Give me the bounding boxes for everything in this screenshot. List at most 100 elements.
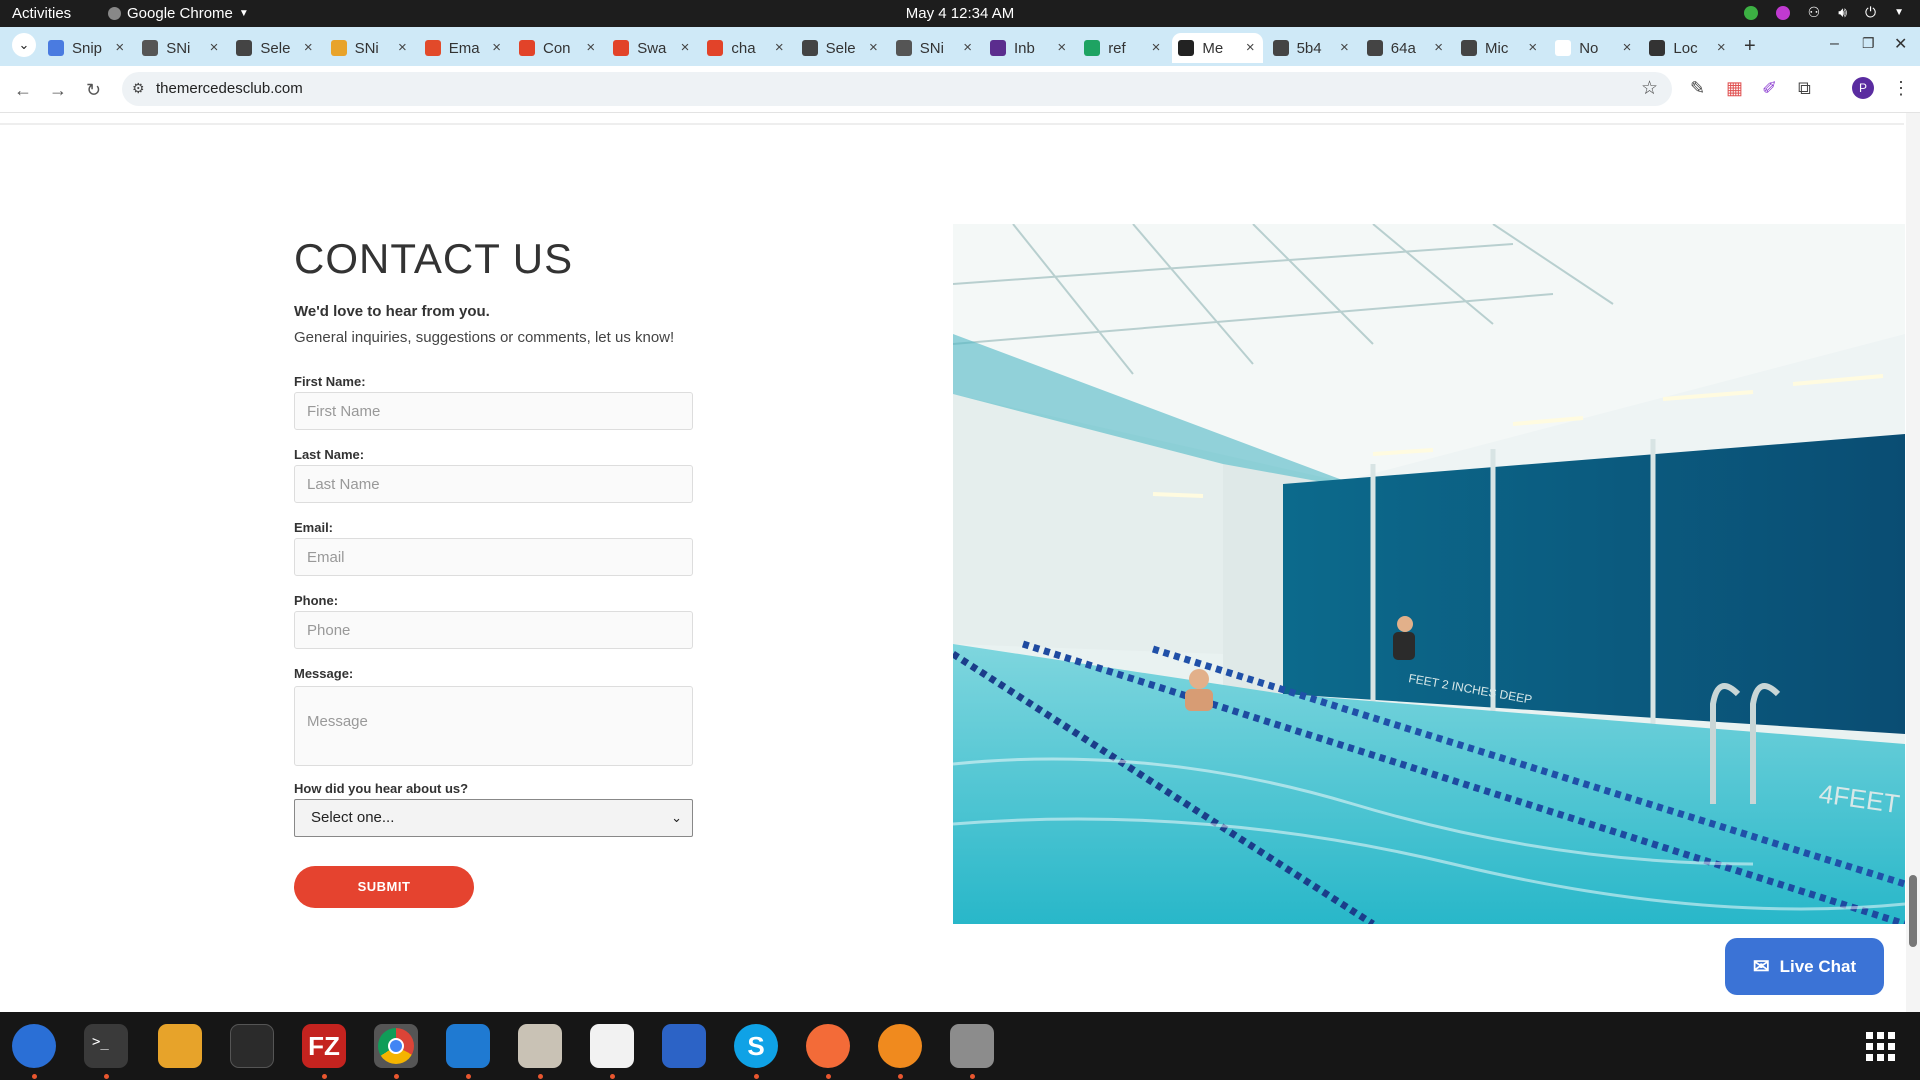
tab-close-icon[interactable]: × (1340, 39, 1349, 56)
files-icon[interactable] (518, 1024, 562, 1068)
text-editor-icon[interactable] (590, 1024, 634, 1068)
bookmark-star-icon[interactable]: ☆ (1641, 77, 1658, 100)
last-name-input[interactable] (294, 465, 693, 503)
tab-close-icon[interactable]: × (1152, 39, 1161, 56)
tab-9[interactable]: SNi × (890, 33, 980, 63)
tab-close-icon[interactable]: × (1434, 39, 1443, 56)
tab-6[interactable]: Swa × (607, 33, 697, 63)
tab-close-icon[interactable]: × (1717, 39, 1726, 56)
new-tab-button[interactable]: + (1744, 35, 1756, 58)
clock[interactable]: May 4 12:34 AM (0, 5, 1920, 22)
chrome-icon[interactable] (374, 1024, 418, 1068)
tab-close-icon[interactable]: × (1057, 39, 1066, 56)
header-divider (0, 123, 1904, 125)
tab-close-icon[interactable]: × (775, 39, 784, 56)
activities-button[interactable]: Activities (12, 5, 71, 22)
swimmer-head (1189, 669, 1209, 689)
tab-label: Mic (1485, 39, 1509, 57)
chrome-menu-icon[interactable]: ⋮ (1892, 78, 1910, 99)
site-info-icon[interactable]: ⚙ (132, 80, 145, 97)
forward-button[interactable]: → (49, 80, 67, 101)
tab-14[interactable]: 64a × (1361, 33, 1451, 63)
tab-favicon-icon (1366, 40, 1383, 56)
terminal-icon[interactable]: >_ (84, 1024, 128, 1068)
calendar-extension-icon[interactable]: ▦ (1726, 78, 1743, 99)
submit-button[interactable]: SUBMIT (294, 866, 474, 908)
tab-11[interactable]: ref × (1078, 33, 1168, 63)
message-textarea[interactable] (294, 686, 693, 766)
tab-10[interactable]: Inb × (984, 33, 1074, 63)
scrollbar-thumb[interactable] (1909, 875, 1917, 947)
tab-label: Snip (72, 39, 103, 57)
tab-favicon-icon (1461, 40, 1477, 56)
tab-close-icon[interactable]: × (869, 39, 878, 56)
hear-about-select[interactable]: Select one... ⌄ (294, 799, 693, 837)
eyedropper-extension-icon[interactable]: ✎ (1690, 78, 1705, 99)
back-button[interactable]: ← (14, 80, 32, 101)
tab-close-icon[interactable]: × (1528, 39, 1537, 56)
tab-label: Inb (1014, 39, 1035, 57)
page-scrollbar[interactable] (1906, 113, 1920, 1012)
shield-check-icon (1743, 5, 1758, 20)
app-menu[interactable]: Google Chrome ▼ (108, 5, 249, 22)
document-viewer-icon[interactable] (662, 1024, 706, 1068)
chrome-icon (108, 7, 121, 20)
tab-15[interactable]: Mic × (1455, 33, 1545, 63)
postman-icon[interactable] (806, 1024, 850, 1068)
tab-close-icon[interactable]: × (115, 39, 124, 56)
show-apps-grid-icon[interactable] (1866, 1032, 1896, 1062)
running-indicator (104, 1074, 109, 1079)
tab-2[interactable]: Sele × (230, 33, 320, 63)
tab-search-button[interactable]: ⌄ (12, 33, 36, 57)
tab-16[interactable]: No × (1549, 33, 1639, 63)
vscode-icon[interactable] (446, 1024, 490, 1068)
calculator-icon[interactable] (158, 1024, 202, 1068)
tab-label: Con (543, 39, 571, 57)
running-indicator (610, 1074, 615, 1079)
system-monitor-icon[interactable] (230, 1024, 274, 1068)
tab-12[interactable]: Me × (1172, 33, 1263, 63)
tab-close-icon[interactable]: × (1623, 39, 1632, 56)
phone-input[interactable] (294, 611, 693, 649)
profile-avatar[interactable]: P (1852, 77, 1874, 99)
tab-close-icon[interactable]: × (398, 39, 407, 56)
extensions-puzzle-icon[interactable]: ⧉ (1798, 78, 1811, 99)
tab-close-icon[interactable]: × (963, 39, 972, 56)
tab-17[interactable]: Loc × (1643, 33, 1733, 63)
live-chat-button[interactable]: ✉ Live Chat (1725, 938, 1884, 995)
email-input[interactable] (294, 538, 693, 576)
thunderbird-icon[interactable] (12, 1024, 56, 1068)
page-content: CONTACT US We'd love to hear from you. G… (0, 113, 1920, 1012)
minimize-button[interactable]: – (1830, 35, 1839, 53)
tab-13[interactable]: 5b4 × (1267, 33, 1357, 63)
tab-5[interactable]: Con × (513, 33, 603, 63)
system-tray[interactable]: ⚇ 🔊︎ ⏻ ▼ (1743, 4, 1904, 21)
tab-label: Ema (448, 39, 480, 57)
tab-label: cha (731, 39, 756, 57)
tab-4[interactable]: Ema × (419, 33, 509, 63)
reload-button[interactable]: ↻ (86, 80, 101, 101)
tab-7[interactable]: cha × (701, 33, 791, 63)
disk-icon[interactable] (950, 1024, 994, 1068)
tab-label: SNi (919, 39, 944, 57)
tab-close-icon[interactable]: × (586, 39, 595, 56)
omnibox[interactable]: ⚙ themercedesclub.com ☆ (122, 72, 1672, 106)
tab-3[interactable]: SNi × (325, 33, 415, 63)
tab-close-icon[interactable]: × (304, 39, 313, 56)
tab-close-icon[interactable]: × (1246, 39, 1255, 56)
pen-extension-icon[interactable]: ✐ (1762, 78, 1777, 99)
maximize-button[interactable]: ❐ (1862, 35, 1875, 52)
tab-0[interactable]: Snip × (42, 33, 132, 63)
tab-close-icon[interactable]: × (492, 39, 501, 56)
url-text[interactable]: themercedesclub.com (156, 80, 303, 97)
first-name-input[interactable] (294, 392, 693, 430)
tab-label: SNi (354, 39, 379, 57)
tab-close-icon[interactable]: × (210, 39, 219, 56)
flame-app-icon[interactable] (878, 1024, 922, 1068)
tab-close-icon[interactable]: × (681, 39, 690, 56)
skype-icon[interactable]: S (734, 1024, 778, 1068)
tab-8[interactable]: Sele × (796, 33, 886, 63)
tab-1[interactable]: SNi × (136, 33, 226, 63)
filezilla-icon[interactable]: FZ (302, 1024, 346, 1068)
close-window-button[interactable]: ✕ (1894, 34, 1907, 54)
